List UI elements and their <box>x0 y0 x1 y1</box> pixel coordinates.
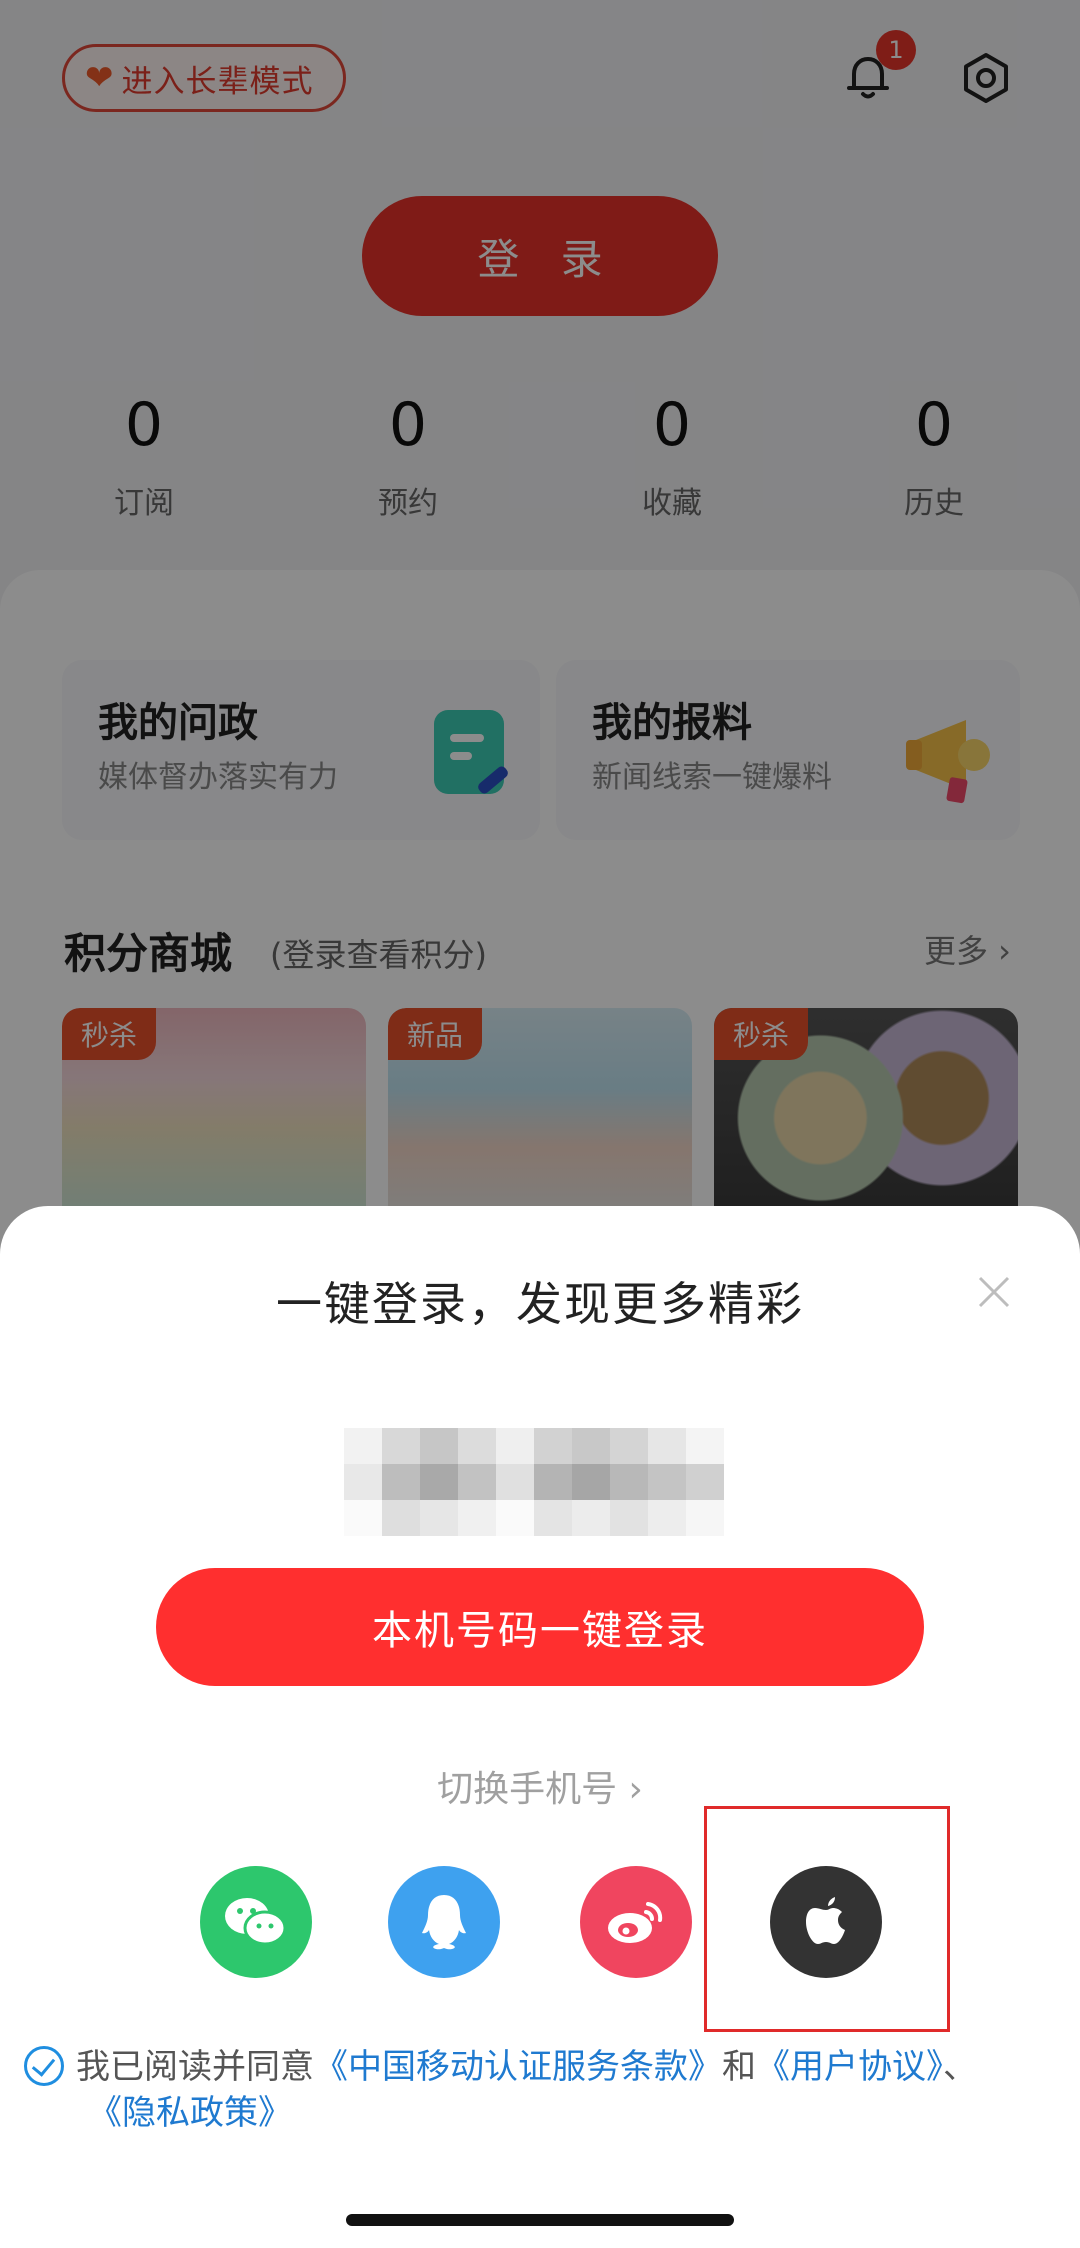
wechat-login-button[interactable] <box>200 1866 312 1978</box>
sheet-title: 一键登录，发现更多精彩 <box>276 1277 804 1331</box>
agreement-prefix: 我已阅读并同意 <box>76 2047 314 2087</box>
weibo-icon <box>608 1902 663 1943</box>
agreement-separator: 、 <box>943 2047 977 2087</box>
weibo-login-button[interactable] <box>580 1866 692 1978</box>
switch-phone-link[interactable]: 切换手机号 › <box>0 1760 1080 1812</box>
agree-checkbox[interactable] <box>24 2046 64 2086</box>
privacy-policy-link[interactable]: 《隐私政策》 <box>88 2093 292 2133</box>
masked-phone-number <box>344 1428 724 1538</box>
cmcc-terms-link[interactable]: 《中国移动认证服务条款》 <box>314 2047 722 2087</box>
apple-login-highlight <box>704 1806 950 2032</box>
agreement-text: 我已阅读并同意《中国移动认证服务条款》和《用户协议》、《隐私政策》 <box>24 2044 1064 2136</box>
agreement-and: 和 <box>722 2047 756 2087</box>
qq-login-button[interactable] <box>388 1866 500 1978</box>
home-indicator <box>346 2214 734 2226</box>
login-sheet: 一键登录，发现更多精彩 本机号码一键登录 切换手机号 › 我已阅读并同意《中国移… <box>0 1206 1080 2248</box>
qq-icon <box>422 1895 466 1950</box>
close-icon[interactable] <box>974 1272 1014 1312</box>
user-agreement-link[interactable]: 《用户协议》 <box>756 2047 943 2087</box>
wechat-icon <box>225 1898 287 1946</box>
one-key-login-button[interactable]: 本机号码一键登录 <box>156 1568 924 1686</box>
